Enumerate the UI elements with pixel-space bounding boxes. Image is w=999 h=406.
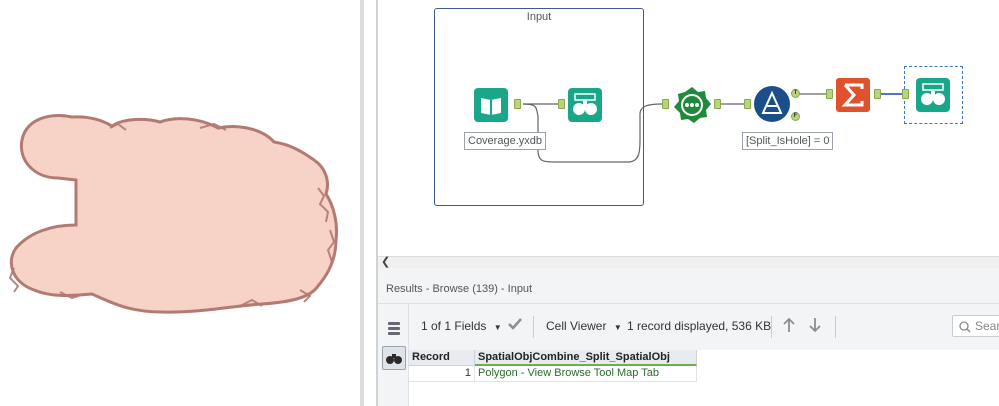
results-header: Results - Browse (139) - Input <box>378 268 999 304</box>
browse-2-input-anchor[interactable] <box>902 89 909 99</box>
check-icon[interactable] <box>507 316 523 335</box>
filter-true-anchor[interactable]: T <box>791 89 800 98</box>
browse-view-button[interactable] <box>382 346 406 370</box>
tool-container[interactable]: Input <box>434 8 644 206</box>
summarize-input-anchor[interactable] <box>826 89 833 99</box>
binoculars-icon <box>386 354 402 364</box>
input-caption: Coverage.yxdb <box>464 132 546 150</box>
summarize-tool[interactable] <box>836 78 870 112</box>
viewer-label: Cell Viewer <box>546 319 607 333</box>
filter-flask-icon <box>761 90 783 114</box>
column-header-spatialobj[interactable]: SpatialObjCombine_Split_SpatialObj <box>475 350 697 366</box>
spatial-gear-icon <box>674 87 711 123</box>
summarize-output-anchor[interactable] <box>874 89 881 99</box>
coverage-polygon[interactable] <box>10 114 338 314</box>
results-panel: Results - Browse (139) - Input 1 of 1 Fi… <box>378 268 999 406</box>
filter-input-anchor[interactable] <box>744 99 751 109</box>
spatialobj-cell[interactable]: Polygon - View Browse Tool Map Tab <box>475 366 697 382</box>
arrow-up-icon[interactable] <box>781 316 797 337</box>
filter-tool[interactable] <box>754 86 790 122</box>
toolbar-divider <box>771 316 772 338</box>
record-number-cell[interactable]: 1 <box>409 366 475 382</box>
viewer-selector[interactable]: Cell Viewer ▼ <box>546 319 622 333</box>
canvas-horizontal-scrollbar[interactable]: ❮ <box>378 256 999 268</box>
results-side-toolbar <box>378 304 409 406</box>
fields-label: 1 of 1 Fields <box>421 319 487 333</box>
map-pane[interactable] <box>0 0 360 406</box>
spatial-combine-tool[interactable] <box>672 86 712 124</box>
results-toolbar: 1 of 1 Fields ▼ Cell Viewer ▼ 1 record d… <box>409 304 999 350</box>
filter-false-anchor[interactable]: F <box>791 112 800 121</box>
stack-icon[interactable] <box>382 316 406 340</box>
sigma-icon <box>841 83 864 107</box>
record-info: 1 record displayed, 536 KB <box>627 319 772 333</box>
filter-caption: [Split_IsHole] = 0 <box>742 132 834 150</box>
browse-tool-1[interactable] <box>568 88 602 122</box>
binoculars-icon <box>921 83 945 105</box>
toolbar-divider <box>533 316 534 338</box>
pane-gap <box>364 0 376 406</box>
fields-selector[interactable]: 1 of 1 Fields ▼ <box>421 319 502 333</box>
dropdown-arrow-icon: ▼ <box>493 323 502 332</box>
browse-tool-2[interactable] <box>916 78 950 112</box>
spatial-input-anchor[interactable] <box>662 99 669 109</box>
designer-window: Input Coverage.yxdb T F [Split_IsHole] =… <box>0 0 999 406</box>
toolbar-divider <box>835 316 836 338</box>
input-data-tool[interactable] <box>474 88 508 122</box>
polygon-map <box>8 114 338 314</box>
binoculars-icon <box>573 93 597 115</box>
search-input[interactable]: Search <box>952 315 999 337</box>
search-placeholder: Search <box>975 319 999 333</box>
spatial-output-anchor[interactable] <box>714 99 721 109</box>
chevron-left-icon[interactable]: ❮ <box>381 255 390 268</box>
container-title: Input <box>526 11 552 23</box>
book-icon <box>481 98 501 115</box>
workflow-canvas[interactable]: Input Coverage.yxdb T F [Split_IsHole] =… <box>378 0 999 256</box>
arrow-down-icon[interactable] <box>807 316 823 337</box>
input-output-anchor[interactable] <box>514 99 521 109</box>
dropdown-arrow-icon: ▼ <box>613 323 622 332</box>
browse-input-anchor[interactable] <box>558 99 565 109</box>
search-icon <box>959 321 971 333</box>
results-grid: Record SpatialObjCombine_Split_SpatialOb… <box>409 350 999 406</box>
column-header-record[interactable]: Record <box>409 350 475 366</box>
